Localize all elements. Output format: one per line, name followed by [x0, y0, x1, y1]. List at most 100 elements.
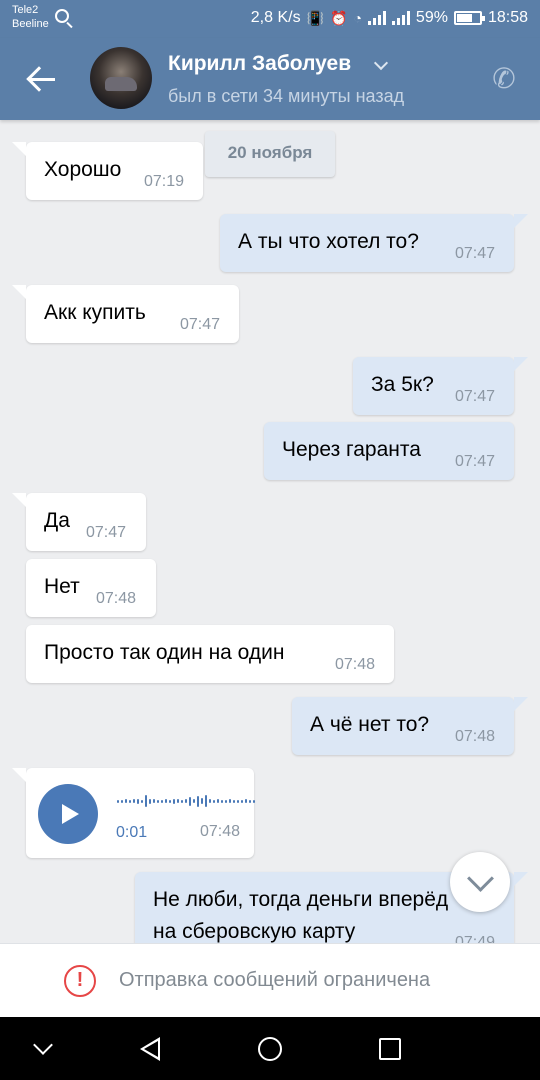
waveform-bar — [141, 799, 143, 803]
waveform-bar — [205, 795, 207, 807]
waveform-bar — [173, 798, 175, 804]
network-speed: 2,8 K/s — [250, 9, 301, 26]
voice-waveform[interactable] — [117, 793, 255, 809]
message-text: Акк купить — [44, 301, 146, 324]
waveform-bar — [137, 798, 139, 804]
message-incoming[interactable]: Акк купить 07:47 — [12, 285, 239, 343]
message-time: 07:48 — [96, 590, 137, 607]
waveform-bar — [161, 799, 163, 803]
phone-icon[interactable]: ✆ — [488, 63, 520, 95]
voice-duration: 0:01 — [116, 824, 148, 841]
search-icon — [55, 9, 69, 23]
last-seen-status: был в сети 34 минуты назад — [168, 86, 405, 106]
waveform-bar — [165, 799, 167, 803]
vibrate-icon: 📳 — [306, 9, 325, 26]
waveform-bar — [193, 799, 195, 803]
nav-recent-apps-icon[interactable] — [379, 1038, 401, 1060]
clock: 18:58 — [487, 9, 528, 26]
message-time: 07:48 — [455, 728, 496, 745]
status-indicators: 2,8 K/s 📳 ⏰ ◔ 59% 18:58 — [251, 9, 528, 27]
message-time: 07:47 — [455, 245, 496, 262]
carriers: Tele2 Beeline — [12, 3, 49, 31]
nav-home-icon[interactable] — [258, 1037, 282, 1061]
message-text-line-1: Не люби, тогда деньги вперёд — [153, 888, 449, 911]
message-text: Нет — [44, 575, 80, 598]
message-outgoing[interactable]: А чё нет то? 07:48 — [292, 697, 528, 755]
message-outgoing[interactable]: За 5к? 07:47 — [353, 357, 528, 415]
message-text: А ты что хотел то? — [238, 230, 419, 253]
waveform-bar — [201, 798, 203, 804]
waveform-bar — [245, 799, 247, 803]
status-bar: Tele2 Beeline 2,8 K/s 📳 ⏰ ◔ 59% 18:58 — [0, 0, 540, 38]
nav-back-icon[interactable] — [140, 1037, 160, 1061]
waveform-bar — [213, 799, 215, 803]
waveform-bar — [221, 799, 223, 803]
waveform-bar — [209, 799, 211, 803]
waveform-bar — [117, 799, 119, 803]
waveform-bar — [181, 799, 183, 803]
waveform-bar — [169, 799, 171, 803]
message-time: 07:47 — [455, 453, 496, 470]
avatar[interactable] — [90, 47, 152, 109]
wifi-icon: ◔ — [353, 10, 362, 26]
back-arrow-icon[interactable] — [26, 62, 60, 96]
signal-icon — [367, 11, 386, 25]
carrier-2: Beeline — [12, 18, 49, 30]
messaging-restricted-bar: ! Отправка сообщений ограничена — [0, 943, 540, 1017]
warning-icon: ! — [64, 965, 96, 997]
waveform-bar — [129, 799, 131, 803]
message-text: Хорошо — [44, 158, 122, 181]
hide-nav-icon[interactable] — [33, 1035, 53, 1055]
waveform-bar — [229, 799, 231, 803]
play-icon[interactable] — [38, 784, 98, 844]
carrier-1: Tele2 — [12, 4, 39, 16]
message-text: Просто так один на один — [44, 641, 285, 664]
alarm-icon: ⏰ — [330, 9, 348, 26]
battery-icon — [453, 11, 485, 25]
contact-name[interactable]: Кирилл Заболуев — [168, 52, 351, 76]
message-outgoing[interactable]: А ты что хотел то? 07:47 — [220, 214, 528, 272]
message-text: Через гаранта — [282, 438, 421, 461]
message-time: 07:47 — [180, 316, 221, 333]
waveform-bar — [121, 799, 123, 803]
waveform-bar — [189, 796, 191, 806]
waveform-bar — [133, 799, 135, 803]
waveform-bar — [237, 799, 239, 803]
message-text: Да — [44, 509, 70, 532]
message-time: 07:47 — [86, 524, 127, 541]
waveform-bar — [177, 799, 179, 803]
waveform-bar — [249, 799, 251, 803]
message-incoming[interactable]: Хорошо 07:19 — [12, 142, 203, 200]
waveform-bar — [253, 799, 255, 803]
message-outgoing[interactable]: Через гаранта 07:47 — [264, 422, 514, 480]
message-text-line-2: на сберовскую карту — [153, 920, 356, 943]
battery-percent: 59% — [415, 9, 448, 26]
chevron-down-icon[interactable] — [373, 55, 389, 71]
message-time: 07:48 — [200, 823, 241, 840]
chat-header: Кирилл Заболуев был в сети 34 минуты наз… — [0, 38, 540, 120]
waveform-bar — [233, 799, 235, 803]
waveform-bar — [225, 799, 227, 803]
voice-message[interactable]: 0:01 07:48 — [12, 768, 255, 858]
message-time: 07:49 — [455, 934, 496, 943]
waveform-bar — [145, 795, 147, 807]
waveform-bar — [153, 799, 155, 803]
waveform-bar — [125, 799, 127, 803]
message-time: 07:19 — [144, 173, 185, 190]
restriction-text: Отправка сообщений ограничена — [119, 969, 431, 991]
waveform-bar — [185, 799, 187, 803]
waveform-bar — [157, 799, 159, 803]
message-time: 07:48 — [335, 656, 376, 673]
waveform-bar — [149, 798, 151, 804]
message-incoming[interactable]: Да 07:47 — [12, 493, 146, 551]
waveform-bar — [217, 799, 219, 803]
message-time: 07:47 — [455, 388, 496, 405]
signal-2-icon — [391, 11, 410, 25]
message-incoming[interactable]: Просто так один на один 07:48 — [26, 625, 394, 683]
system-nav-bar — [0, 1017, 540, 1080]
message-incoming[interactable]: Нет 07:48 — [26, 559, 156, 617]
message-text: За 5к? — [371, 373, 434, 396]
message-list[interactable]: 20 ноября Хорошо 07:19 А ты что хотел то… — [0, 120, 540, 943]
scroll-down-button[interactable] — [450, 852, 510, 912]
date-separator: 20 ноября — [205, 131, 335, 177]
